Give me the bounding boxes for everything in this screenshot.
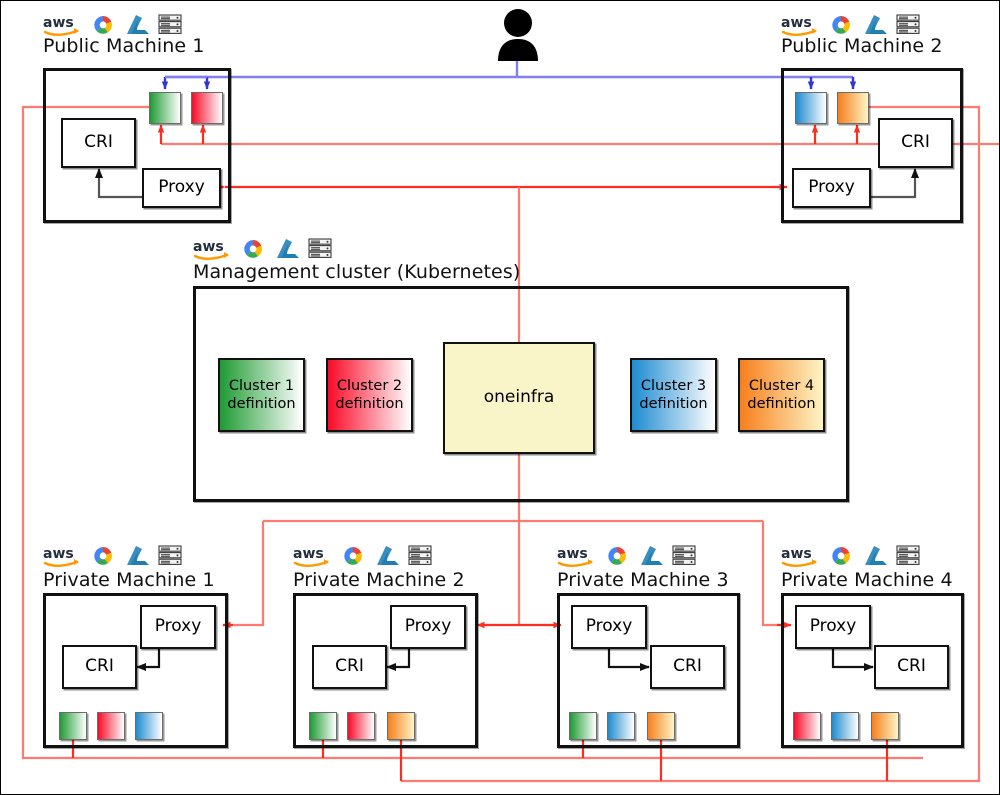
private-machine-4-cri: CRI bbox=[874, 645, 949, 689]
public-machine-1-proxy: Proxy bbox=[142, 168, 221, 208]
aws-icon: aws bbox=[557, 546, 593, 567]
private-machine-3-chip-cluster1 bbox=[569, 712, 597, 740]
azure-icon bbox=[865, 546, 887, 565]
provider-icons-private-4: aws bbox=[781, 542, 921, 568]
google-cloud-icon bbox=[344, 547, 362, 565]
provider-icons-public-1: aws bbox=[43, 11, 183, 37]
bare-metal-server-icon bbox=[408, 545, 432, 565]
azure-icon bbox=[377, 546, 399, 565]
aws-icon: aws bbox=[781, 546, 817, 567]
svg-text:aws: aws bbox=[43, 546, 74, 562]
aws-icon: aws bbox=[781, 15, 817, 36]
private-machine-4-caption: Private Machine 4 bbox=[781, 569, 953, 591]
google-cloud-icon bbox=[832, 16, 850, 34]
public-machine-2-cri: CRI bbox=[878, 118, 953, 168]
aws-icon: aws bbox=[43, 15, 79, 36]
private-machine-4-chip-cluster3 bbox=[831, 712, 859, 740]
private-machine-2-chip-cluster2 bbox=[347, 712, 375, 740]
private-machine-2-proxy: Proxy bbox=[390, 605, 466, 649]
private-machine-3-proxy: Proxy bbox=[571, 605, 647, 649]
private-machine-4-chip-cluster4 bbox=[871, 712, 899, 740]
diagram-canvas: aws Public Machine 1 CRI Proxy aws Publi… bbox=[0, 0, 1000, 795]
svg-text:aws: aws bbox=[43, 15, 74, 31]
cluster-definition-4: Cluster 4 definition bbox=[738, 358, 825, 432]
google-cloud-icon bbox=[832, 547, 850, 565]
private-machine-1-cri: CRI bbox=[62, 645, 137, 689]
public-machine-2-chip-cluster4 bbox=[837, 92, 869, 124]
aws-icon: aws bbox=[293, 546, 329, 567]
bare-metal-server-icon bbox=[896, 545, 920, 565]
provider-icons-management: aws bbox=[193, 235, 333, 261]
google-cloud-icon bbox=[94, 547, 112, 565]
bare-metal-server-icon bbox=[896, 14, 920, 34]
private-machine-2-cri: CRI bbox=[312, 645, 387, 689]
oneinfra-core: oneinfra bbox=[443, 342, 595, 454]
cluster-definition-1: Cluster 1 definition bbox=[218, 358, 305, 432]
svg-text:aws: aws bbox=[781, 15, 812, 31]
provider-icons-public-2: aws bbox=[781, 11, 921, 37]
private-machine-2-chip-cluster4 bbox=[387, 712, 415, 740]
public-machine-1-cri: CRI bbox=[61, 118, 136, 168]
svg-text:aws: aws bbox=[193, 239, 224, 255]
provider-icons-private-2: aws bbox=[293, 542, 433, 568]
private-machine-1-caption: Private Machine 1 bbox=[43, 569, 215, 591]
google-cloud-icon bbox=[94, 16, 112, 34]
private-machine-1-chip-cluster3 bbox=[135, 712, 163, 740]
svg-text:aws: aws bbox=[557, 546, 588, 562]
google-cloud-icon bbox=[608, 547, 626, 565]
private-machine-1-chip-cluster1 bbox=[59, 712, 87, 740]
aws-icon: aws bbox=[43, 546, 79, 567]
private-machine-1-chip-cluster2 bbox=[97, 712, 125, 740]
bare-metal-server-icon bbox=[672, 545, 696, 565]
provider-icons-private-3: aws bbox=[557, 542, 697, 568]
google-cloud-icon bbox=[244, 240, 262, 258]
azure-icon bbox=[641, 546, 663, 565]
cluster-definition-2: Cluster 2 definition bbox=[326, 358, 413, 432]
public-machine-2-caption: Public Machine 2 bbox=[781, 35, 943, 57]
public-machine-1-chip-cluster1 bbox=[149, 92, 181, 124]
svg-text:aws: aws bbox=[293, 546, 324, 562]
provider-icons-private-1: aws bbox=[43, 542, 183, 568]
public-machine-1-caption: Public Machine 1 bbox=[43, 35, 205, 57]
private-machine-1-proxy: Proxy bbox=[140, 605, 216, 649]
public-machine-2-chip-cluster3 bbox=[795, 92, 827, 124]
private-machine-3-chip-cluster3 bbox=[607, 712, 635, 740]
azure-icon bbox=[127, 15, 149, 34]
user-icon bbox=[495, 7, 541, 63]
bare-metal-server-icon bbox=[158, 545, 182, 565]
azure-icon bbox=[277, 239, 299, 258]
management-cluster-caption: Management cluster (Kubernetes) bbox=[193, 261, 521, 283]
public-machine-1-chip-cluster2 bbox=[191, 92, 223, 124]
private-machine-4-proxy: Proxy bbox=[795, 605, 871, 649]
private-machine-3-caption: Private Machine 3 bbox=[557, 569, 729, 591]
svg-text:aws: aws bbox=[781, 546, 812, 562]
private-machine-3-cri: CRI bbox=[650, 645, 725, 689]
azure-icon bbox=[865, 15, 887, 34]
azure-icon bbox=[127, 546, 149, 565]
cluster-definition-3: Cluster 3 definition bbox=[630, 358, 717, 432]
bare-metal-server-icon bbox=[158, 14, 182, 34]
aws-icon: aws bbox=[193, 239, 229, 260]
private-machine-2-caption: Private Machine 2 bbox=[293, 569, 465, 591]
private-machine-3-chip-cluster4 bbox=[647, 712, 675, 740]
private-machine-4-chip-cluster2 bbox=[793, 712, 821, 740]
public-machine-2-proxy: Proxy bbox=[792, 168, 871, 208]
bare-metal-server-icon bbox=[308, 238, 332, 258]
private-machine-2-chip-cluster1 bbox=[309, 712, 337, 740]
